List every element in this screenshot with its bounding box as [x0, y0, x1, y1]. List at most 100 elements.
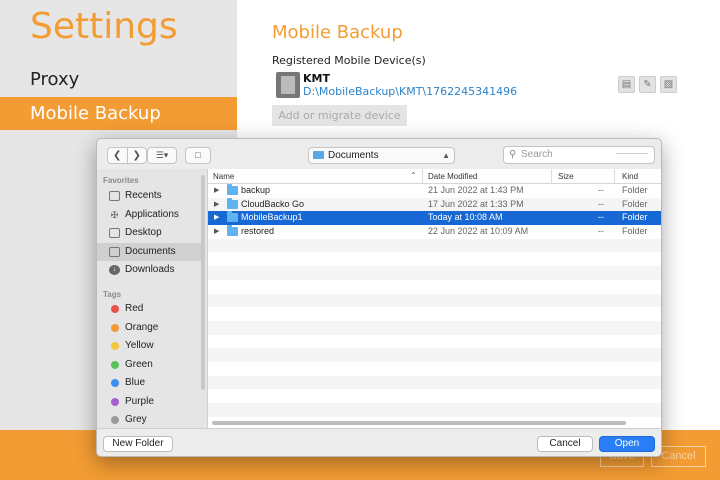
empty-row — [208, 335, 661, 349]
empty-row — [208, 238, 661, 253]
dialog-button-bar: New Folder Cancel Open — [97, 428, 661, 456]
location-select[interactable]: Documents ▲ — [308, 147, 455, 164]
tag-label: Blue — [125, 377, 146, 388]
file-kind: Folder — [622, 212, 648, 223]
file-name: backup — [241, 185, 271, 195]
file-name: restored — [241, 226, 275, 237]
empty-row — [208, 266, 661, 280]
sidebar-item-recents[interactable]: Recents — [97, 187, 203, 205]
tag-dot-icon — [111, 397, 119, 406]
column-name[interactable]: Name — [213, 172, 234, 181]
tag-yellow[interactable]: Yellow — [97, 337, 203, 355]
file-date: 22 Jun 2022 at 10:09 AM — [428, 226, 529, 237]
column-divider — [614, 169, 615, 184]
table-row[interactable]: ▶ restored 22 Jun 2022 at 10:09 AM -- Fo… — [208, 225, 661, 239]
tag-dot-icon — [111, 342, 119, 350]
tag-blue[interactable]: Blue — [97, 374, 203, 392]
tag-label: Green — [125, 358, 153, 370]
file-kind: Folder — [622, 226, 648, 237]
search-input[interactable]: ⚲ Search — [503, 146, 655, 164]
column-date[interactable]: Date Modified — [428, 172, 477, 181]
disclosure-triangle-icon[interactable]: ▶ — [214, 200, 219, 208]
sidebar-item-mobile-backup[interactable]: Mobile Backup — [0, 97, 237, 130]
open-button[interactable]: Open — [599, 436, 655, 452]
open-file-dialog: ❮ ❯ ☰▾ □ Documents ▲ ⚲ Search Favorites … — [96, 138, 662, 457]
new-folder-button[interactable]: New Folder — [103, 436, 173, 452]
app-title: Settings — [30, 6, 178, 47]
sidebar-item-downloads[interactable]: ↓ Downloads — [97, 261, 203, 279]
tag-purple[interactable]: Purple — [97, 393, 203, 411]
search-divider — [616, 153, 648, 157]
search-icon: ⚲ — [509, 149, 517, 160]
column-header: Name ⌃ Date Modified Size Kind — [208, 169, 661, 184]
clock-icon — [109, 191, 120, 201]
column-divider — [551, 169, 552, 184]
view-options-icon[interactable]: ☰▾ — [147, 147, 177, 164]
column-kind[interactable]: Kind — [622, 172, 638, 181]
sidebar-item-desktop[interactable]: Desktop — [97, 224, 203, 242]
sidebar-item-label: Recents — [125, 190, 162, 201]
file-size: -- — [598, 185, 604, 195]
tag-label: Grey — [125, 414, 147, 425]
mobile-device-icon — [276, 72, 300, 98]
trash-icon[interactable]: ▧ — [660, 76, 677, 93]
back-icon[interactable]: ❮ — [108, 148, 127, 163]
disclosure-triangle-icon[interactable]: ▶ — [214, 227, 219, 235]
column-divider — [422, 169, 423, 184]
add-device-button[interactable]: Add or migrate device — [272, 105, 407, 126]
tags-heading: Tags — [103, 290, 122, 299]
tag-orange[interactable]: Orange — [97, 319, 203, 337]
file-size: -- — [598, 226, 604, 237]
dialog-sidebar: Favorites Recents ✠ Applications Desktop … — [97, 169, 207, 428]
disclosure-triangle-icon[interactable]: ▶ — [214, 213, 219, 221]
tag-label: Red — [125, 303, 144, 314]
sidebar-item-label: Downloads — [125, 264, 175, 275]
folder-icon — [227, 184, 238, 195]
sidebar-item-applications[interactable]: ✠ Applications — [97, 206, 203, 224]
disclosure-triangle-icon[interactable]: ▶ — [214, 186, 219, 194]
device-name: KMT — [303, 72, 330, 85]
new-folder-icon[interactable]: □ — [185, 147, 211, 164]
open-folder-icon[interactable]: ▤ — [618, 76, 635, 93]
device-path-link[interactable]: D:\MobileBackup\KMT\1762245341496 — [303, 85, 517, 98]
sidebar-item-label: Desktop — [125, 227, 162, 238]
table-row[interactable]: ▶ MobileBackup1 Today at 10:08 AM -- Fol… — [208, 211, 661, 226]
column-size[interactable]: Size — [558, 172, 574, 181]
forward-icon[interactable]: ❯ — [126, 148, 147, 163]
registered-devices-label: Registered Mobile Device(s) — [272, 54, 426, 67]
sidebar-item-documents[interactable]: Documents — [97, 242, 203, 261]
folder-icon — [227, 197, 238, 209]
tag-dot-icon — [111, 360, 119, 369]
empty-row — [208, 403, 661, 417]
horizontal-scrollbar[interactable] — [212, 421, 626, 425]
table-row[interactable]: ▶ backup 21 Jun 2022 at 1:43 PM -- Folde… — [208, 184, 661, 198]
file-date: Today at 10:08 AM — [428, 212, 503, 223]
tag-dot-icon — [111, 379, 119, 387]
empty-row — [208, 280, 661, 294]
chevron-up-icon: ⌃ — [410, 171, 417, 180]
empty-row — [208, 375, 661, 390]
tag-dot-icon — [111, 416, 119, 424]
sidebar-scrollbar[interactable] — [201, 175, 205, 390]
file-kind: Folder — [622, 185, 648, 195]
tag-green[interactable]: Green — [97, 356, 203, 374]
sidebar-item-proxy[interactable]: Proxy — [0, 63, 237, 96]
location-label: Documents — [328, 150, 379, 161]
file-size: -- — [598, 198, 604, 209]
cancel-button[interactable]: Cancel — [537, 436, 593, 452]
file-date: 21 Jun 2022 at 1:43 PM — [428, 185, 524, 195]
applications-icon: ✠ — [110, 209, 119, 220]
empty-row — [208, 252, 661, 266]
download-icon: ↓ — [109, 265, 120, 275]
section-title: Mobile Backup — [272, 22, 403, 43]
folder-icon — [227, 225, 238, 237]
file-size: -- — [598, 212, 604, 223]
tag-label: Orange — [125, 321, 159, 333]
tag-grey[interactable]: Grey — [97, 411, 203, 429]
table-row[interactable]: ▶ CloudBacko Go 17 Jun 2022 at 1:33 PM -… — [208, 197, 661, 212]
folder-icon — [313, 151, 324, 159]
tag-red[interactable]: Red — [97, 300, 203, 318]
edit-icon[interactable]: ✎ — [639, 76, 656, 93]
file-rows: ▶ backup 21 Jun 2022 at 1:43 PM -- Folde… — [208, 184, 661, 417]
document-icon — [109, 246, 120, 257]
